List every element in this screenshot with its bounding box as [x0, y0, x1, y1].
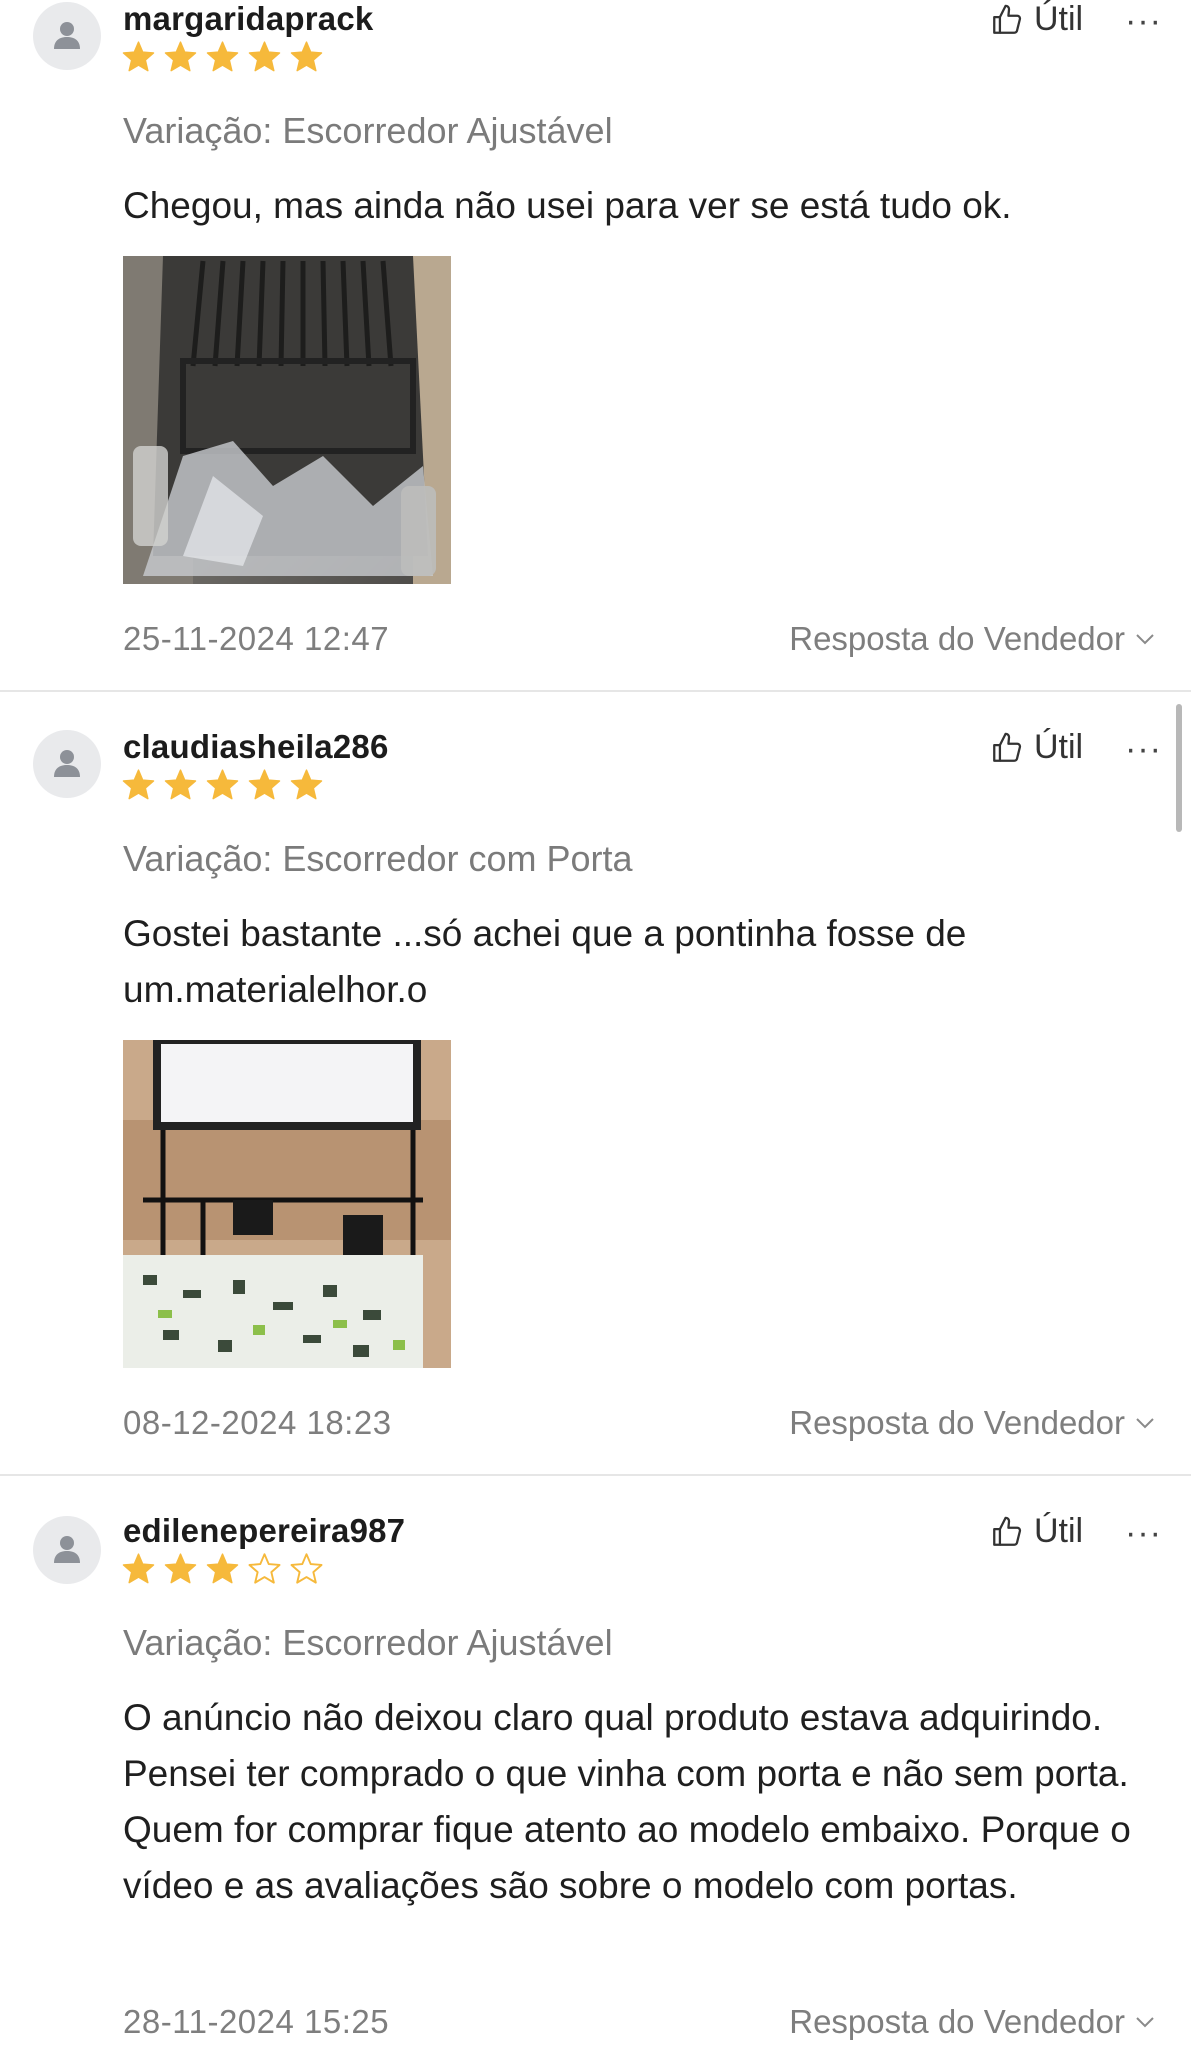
star-filled-icon: [122, 769, 155, 800]
helpful-label: Útil: [1034, 728, 1084, 766]
chevron-down-icon: [1136, 2017, 1154, 2028]
review-date: 25-11-2024 12:47: [123, 620, 390, 657]
star-rating: [121, 768, 324, 808]
star-filled-icon: [164, 41, 197, 72]
helpful-label: Útil: [1034, 1512, 1084, 1550]
star-filled-icon: [290, 41, 323, 72]
helpful-button[interactable]: Útil: [990, 728, 1083, 767]
star-filled-icon: [206, 1553, 239, 1584]
seller-reply-toggle[interactable]: Resposta do Vendedor: [789, 620, 1155, 658]
review-date: 08-12-2024 18:23: [123, 1404, 392, 1441]
review-photo[interactable]: [123, 256, 451, 584]
more-options-button[interactable]: ···: [1125, 1516, 1162, 1550]
avatar[interactable]: [33, 2, 101, 70]
review-card: edilenepereira987 Útil ··· Variação: Esc…: [0, 1476, 1191, 2048]
variation-label: Variação: Escorredor Ajustável: [123, 110, 613, 151]
helpful-button[interactable]: Útil: [990, 1512, 1083, 1551]
reviewer-username: claudiasheila286: [123, 728, 389, 765]
star-filled-icon: [248, 41, 281, 72]
helpful-label: Útil: [1034, 0, 1084, 38]
variation-label: Variação: Escorredor com Porta: [123, 838, 633, 879]
seller-reply-toggle[interactable]: Resposta do Vendedor: [789, 2003, 1155, 2041]
star-filled-icon: [164, 769, 197, 800]
star-filled-icon: [248, 769, 281, 800]
review-text: Chegou, mas ainda não usei para ver se e…: [123, 185, 1012, 226]
reviewer-username: edilenepereira987: [123, 1512, 406, 1549]
avatar[interactable]: [33, 1516, 101, 1584]
star-empty-icon: [290, 1553, 323, 1584]
thumbs-up-icon: [993, 732, 1022, 762]
review-photo[interactable]: [123, 1040, 451, 1368]
avatar[interactable]: [33, 730, 101, 798]
review-card: claudiasheila286 Útil ··· Variação: Esco…: [0, 692, 1191, 1474]
user-icon: [54, 22, 80, 49]
chevron-down-icon: [1136, 1418, 1154, 1429]
reviewer-username: margaridaprack: [123, 0, 374, 37]
more-options-button[interactable]: ···: [1125, 732, 1162, 766]
more-options-button[interactable]: ···: [1125, 4, 1162, 38]
star-rating: [121, 40, 324, 80]
user-icon: [54, 1536, 80, 1563]
review-text: O anúncio não deixou claro qual produto …: [123, 1697, 1131, 1906]
helpful-button[interactable]: Útil: [990, 0, 1083, 39]
variation-label: Variação: Escorredor Ajustável: [123, 1622, 613, 1663]
star-filled-icon: [122, 41, 155, 72]
review-date: 28-11-2024 15:25: [123, 2003, 390, 2040]
scrollbar[interactable]: [1176, 704, 1182, 832]
seller-reply-label: Resposta do Vendedor: [789, 1404, 1125, 1441]
dish-rack-photo: [123, 1040, 451, 1368]
thumbs-up-icon: [993, 1516, 1022, 1546]
seller-reply-label: Resposta do Vendedor: [789, 2003, 1125, 2040]
user-icon: [54, 750, 80, 777]
star-filled-icon: [206, 41, 239, 72]
seller-reply-label: Resposta do Vendedor: [789, 620, 1125, 657]
star-rating: [121, 1552, 324, 1592]
star-filled-icon: [164, 1553, 197, 1584]
review-card: margaridaprack Útil ··· Variação: Escorr…: [0, 0, 1191, 690]
star-filled-icon: [290, 769, 323, 800]
star-filled-icon: [122, 1553, 155, 1584]
review-text: Gostei bastante ...só achei que a pontin…: [123, 913, 967, 1010]
chevron-down-icon: [1136, 634, 1154, 645]
thumbs-up-icon: [993, 4, 1022, 34]
star-empty-icon: [248, 1553, 281, 1584]
dish-rack-photo: [123, 256, 451, 584]
seller-reply-toggle[interactable]: Resposta do Vendedor: [789, 1404, 1155, 1442]
star-filled-icon: [206, 769, 239, 800]
